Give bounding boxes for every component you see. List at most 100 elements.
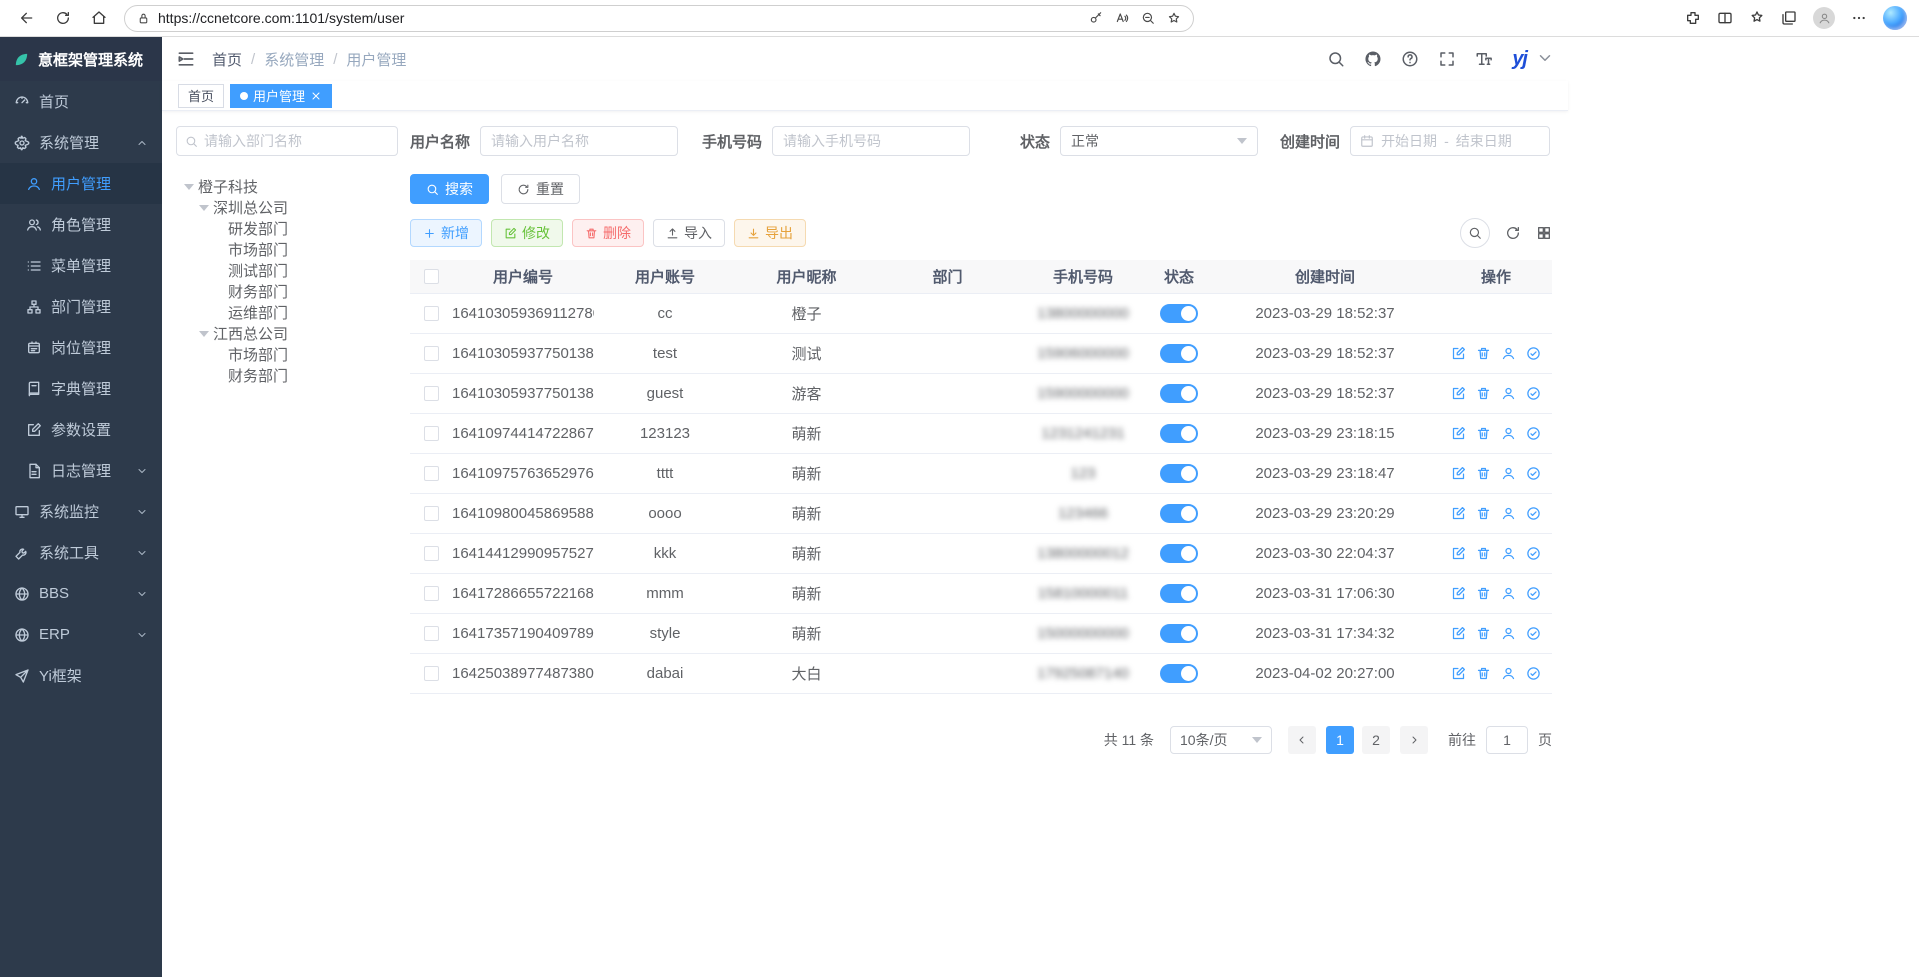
refresh-table-icon[interactable] (1505, 225, 1521, 241)
sidebar-item-log-management[interactable]: 日志管理 (0, 450, 162, 491)
assign-role-button[interactable] (1526, 346, 1541, 361)
password-key-icon[interactable] (1089, 11, 1103, 25)
collapse-sidebar-button[interactable] (176, 49, 196, 69)
caret-down-icon[interactable] (199, 331, 209, 337)
row-delete-button[interactable] (1476, 426, 1491, 441)
github-icon[interactable] (1364, 50, 1382, 68)
status-toggle[interactable] (1160, 304, 1198, 323)
reset-password-button[interactable] (1501, 426, 1516, 441)
fullscreen-icon[interactable] (1438, 50, 1456, 68)
search-button[interactable]: 搜索 (410, 174, 489, 204)
status-toggle[interactable] (1160, 664, 1198, 683)
reset-password-button[interactable] (1501, 666, 1516, 681)
reset-password-button[interactable] (1501, 586, 1516, 601)
status-toggle[interactable] (1160, 344, 1198, 363)
row-delete-button[interactable] (1476, 586, 1491, 601)
column-settings-icon[interactable] (1536, 225, 1552, 241)
next-page-button[interactable] (1400, 726, 1428, 754)
tree-node[interactable]: 市场部门 (176, 344, 398, 365)
tree-node[interactable]: 市场部门 (176, 239, 398, 260)
status-toggle[interactable] (1160, 504, 1198, 523)
row-delete-button[interactable] (1476, 546, 1491, 561)
back-button[interactable] (12, 3, 42, 33)
status-toggle[interactable] (1160, 424, 1198, 443)
row-checkbox[interactable] (424, 426, 439, 441)
refresh-page-button[interactable] (48, 3, 78, 33)
read-aloud-icon[interactable] (1115, 11, 1129, 25)
tab-home[interactable]: 首页 (178, 84, 224, 108)
split-screen-icon[interactable] (1717, 10, 1733, 26)
sidebar-item-system-management[interactable]: 系统管理 (0, 122, 162, 163)
sidebar-item-system-monitor[interactable]: 系统监控 (0, 491, 162, 532)
sidebar-item-home[interactable]: 首页 (0, 81, 162, 122)
import-button[interactable]: 导入 (653, 219, 725, 247)
reset-password-button[interactable] (1501, 626, 1516, 641)
sidebar-item-post-management[interactable]: 岗位管理 (0, 327, 162, 368)
row-delete-button[interactable] (1476, 506, 1491, 521)
row-delete-button[interactable] (1476, 666, 1491, 681)
sidebar-item-menu-management[interactable]: 菜单管理 (0, 245, 162, 286)
add-favorite-icon[interactable] (1167, 11, 1181, 25)
row-checkbox[interactable] (424, 666, 439, 681)
sidebar-item-bbs[interactable]: BBS (0, 573, 162, 614)
breadcrumb-item[interactable]: 系统管理 (264, 49, 324, 70)
page-size-select[interactable]: 10条/页 (1170, 726, 1272, 754)
tree-node[interactable]: 财务部门 (176, 281, 398, 302)
favorites-bar-icon[interactable] (1749, 10, 1765, 26)
prev-page-button[interactable] (1288, 726, 1316, 754)
row-delete-button[interactable] (1476, 386, 1491, 401)
sidebar-item-role-management[interactable]: 角色管理 (0, 204, 162, 245)
reset-password-button[interactable] (1501, 546, 1516, 561)
row-edit-button[interactable] (1451, 466, 1466, 481)
reset-password-button[interactable] (1501, 386, 1516, 401)
sidebar-item-user-management[interactable]: 用户管理 (0, 163, 162, 204)
tree-node[interactable]: 研发部门 (176, 218, 398, 239)
sidebar-item-erp[interactable]: ERP (0, 614, 162, 655)
row-checkbox[interactable] (424, 546, 439, 561)
tree-node[interactable]: 深圳总公司 (176, 197, 398, 218)
row-edit-button[interactable] (1451, 666, 1466, 681)
address-bar[interactable]: https://ccnetcore.com:1101/system/user (124, 5, 1194, 32)
status-toggle[interactable] (1160, 384, 1198, 403)
url-text[interactable]: https://ccnetcore.com:1101/system/user (158, 10, 1081, 26)
font-size-icon[interactable] (1475, 50, 1493, 68)
row-edit-button[interactable] (1451, 546, 1466, 561)
row-delete-button[interactable] (1476, 466, 1491, 481)
tree-node[interactable]: 财务部门 (176, 365, 398, 386)
extensions-icon[interactable] (1685, 10, 1701, 26)
row-checkbox[interactable] (424, 346, 439, 361)
assign-role-button[interactable] (1526, 546, 1541, 561)
tree-node[interactable]: 橙子科技 (176, 176, 398, 197)
delete-button[interactable]: 删除 (572, 219, 644, 247)
row-edit-button[interactable] (1451, 626, 1466, 641)
collections-icon[interactable] (1781, 10, 1797, 26)
sidebar-item-dict-management[interactable]: 字典管理 (0, 368, 162, 409)
show-search-button[interactable] (1460, 218, 1490, 248)
row-checkbox[interactable] (424, 586, 439, 601)
close-tab-icon[interactable] (310, 90, 322, 102)
assign-role-button[interactable] (1526, 626, 1541, 641)
edit-button[interactable]: 修改 (491, 219, 563, 247)
reset-password-button[interactable] (1501, 346, 1516, 361)
assign-role-button[interactable] (1526, 466, 1541, 481)
breadcrumb-item[interactable]: 用户管理 (346, 49, 406, 70)
caret-down-icon[interactable] (199, 205, 209, 211)
export-button[interactable]: 导出 (734, 219, 806, 247)
tab-user-management[interactable]: 用户管理 (230, 84, 332, 108)
chevron-down-icon[interactable] (1536, 49, 1554, 67)
goto-page-input[interactable] (1486, 726, 1528, 754)
select-all-checkbox[interactable] (424, 269, 439, 284)
row-edit-button[interactable] (1451, 386, 1466, 401)
tree-node[interactable]: 测试部门 (176, 260, 398, 281)
page-button-2[interactable]: 2 (1362, 726, 1390, 754)
row-edit-button[interactable] (1451, 586, 1466, 601)
assign-role-button[interactable] (1526, 586, 1541, 601)
home-page-button[interactable] (84, 3, 114, 33)
row-delete-button[interactable] (1476, 346, 1491, 361)
tree-node[interactable]: 江西总公司 (176, 323, 398, 344)
reset-password-button[interactable] (1501, 506, 1516, 521)
row-edit-button[interactable] (1451, 346, 1466, 361)
status-select[interactable]: 正常 (1060, 126, 1258, 156)
sidebar-item-system-tools[interactable]: 系统工具 (0, 532, 162, 573)
caret-down-icon[interactable] (184, 184, 194, 190)
